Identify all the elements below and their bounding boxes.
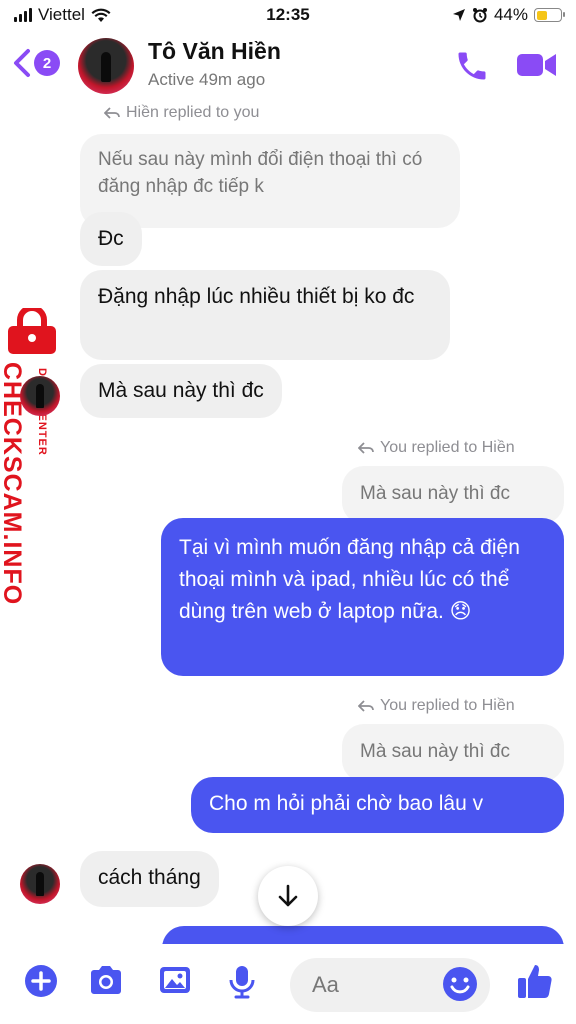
- reply-label: Hiền replied to you: [104, 104, 259, 122]
- sender-avatar[interactable]: [20, 376, 60, 416]
- microphone-icon: [229, 966, 255, 999]
- arrow-down-icon: [278, 884, 298, 907]
- incoming-message[interactable]: Đặng nhập lúc nhiều thiết bị ko đc: [80, 270, 450, 360]
- outgoing-message[interactable]: Tại vì mình muốn đăng nhập cả điện thoại…: [161, 518, 564, 676]
- voice-message-button[interactable]: [228, 964, 256, 1005]
- wifi-icon: [91, 8, 111, 22]
- reply-label: You replied to Hiền: [358, 439, 515, 457]
- carrier-name: Viettel: [38, 5, 85, 24]
- incoming-message[interactable]: cách tháng: [80, 851, 219, 907]
- status-right: 44%: [452, 5, 565, 25]
- contact-name[interactable]: Tô Văn Hiền: [148, 38, 281, 65]
- more-actions-button[interactable]: [24, 964, 58, 1003]
- quoted-message[interactable]: Mà sau này thì đc: [342, 466, 564, 524]
- avatar-figure: [36, 384, 44, 408]
- reply-label-text: You replied to Hiền: [380, 697, 515, 714]
- image-icon: [160, 967, 190, 993]
- camera-icon: [91, 966, 121, 994]
- thumbs-up-icon: [518, 965, 552, 998]
- video-call-button[interactable]: [516, 50, 558, 85]
- chevron-left-icon: [14, 49, 30, 77]
- quoted-message[interactable]: Mà sau này thì đc: [342, 724, 564, 782]
- plus-icon: [25, 965, 57, 997]
- video-camera-icon: [517, 54, 556, 76]
- reply-label: You replied to Hiền: [358, 697, 515, 715]
- contact-avatar[interactable]: [78, 38, 134, 94]
- reply-arrow-icon: [358, 442, 374, 454]
- status-bar: Viettel 12:35 44%: [0, 0, 576, 30]
- incoming-message[interactable]: Đc: [80, 212, 142, 266]
- reply-label-text: Hiền replied to you: [126, 104, 260, 121]
- battery-fill: [536, 10, 547, 20]
- like-button[interactable]: [516, 962, 554, 1005]
- message-composer: Aa: [0, 944, 576, 1024]
- quoted-message[interactable]: Nếu sau này mình đổi điện thoại thì có đ…: [80, 134, 460, 228]
- lock-icon: [8, 308, 56, 354]
- emoji-icon: [443, 967, 477, 1001]
- avatar-figure: [101, 52, 111, 82]
- battery-icon: [534, 8, 565, 22]
- checkscam-watermark: CHECKSCAM.INFO DATA CENTER: [0, 306, 60, 605]
- chat-header: 2 Tô Văn Hiền Active 49m ago: [0, 30, 576, 102]
- voice-call-button[interactable]: [454, 48, 490, 89]
- incoming-message[interactable]: Mà sau này thì đc: [80, 364, 282, 418]
- outgoing-message[interactable]: Cho m hỏi phải chờ bao lâu v: [191, 777, 564, 833]
- battery-percent: 44%: [493, 5, 528, 24]
- camera-button[interactable]: [88, 964, 124, 1001]
- location-icon: [452, 9, 465, 21]
- reply-arrow-icon: [104, 107, 120, 119]
- reply-arrow-icon: [358, 700, 374, 712]
- alarm-icon: [472, 8, 487, 23]
- signal-icon: [14, 8, 32, 22]
- sender-avatar[interactable]: [20, 864, 60, 904]
- scroll-to-bottom-button[interactable]: [258, 866, 318, 926]
- back-button[interactable]: 2: [12, 48, 60, 78]
- active-status: Active 49m ago: [148, 70, 266, 89]
- gallery-button[interactable]: [158, 964, 192, 1001]
- avatar-figure: [36, 872, 44, 896]
- emoji-button[interactable]: [442, 966, 478, 1007]
- reply-label-text: You replied to Hiền: [380, 439, 515, 456]
- unread-badge: 2: [34, 50, 60, 76]
- phone-icon: [458, 52, 486, 80]
- status-left: Viettel: [14, 5, 111, 25]
